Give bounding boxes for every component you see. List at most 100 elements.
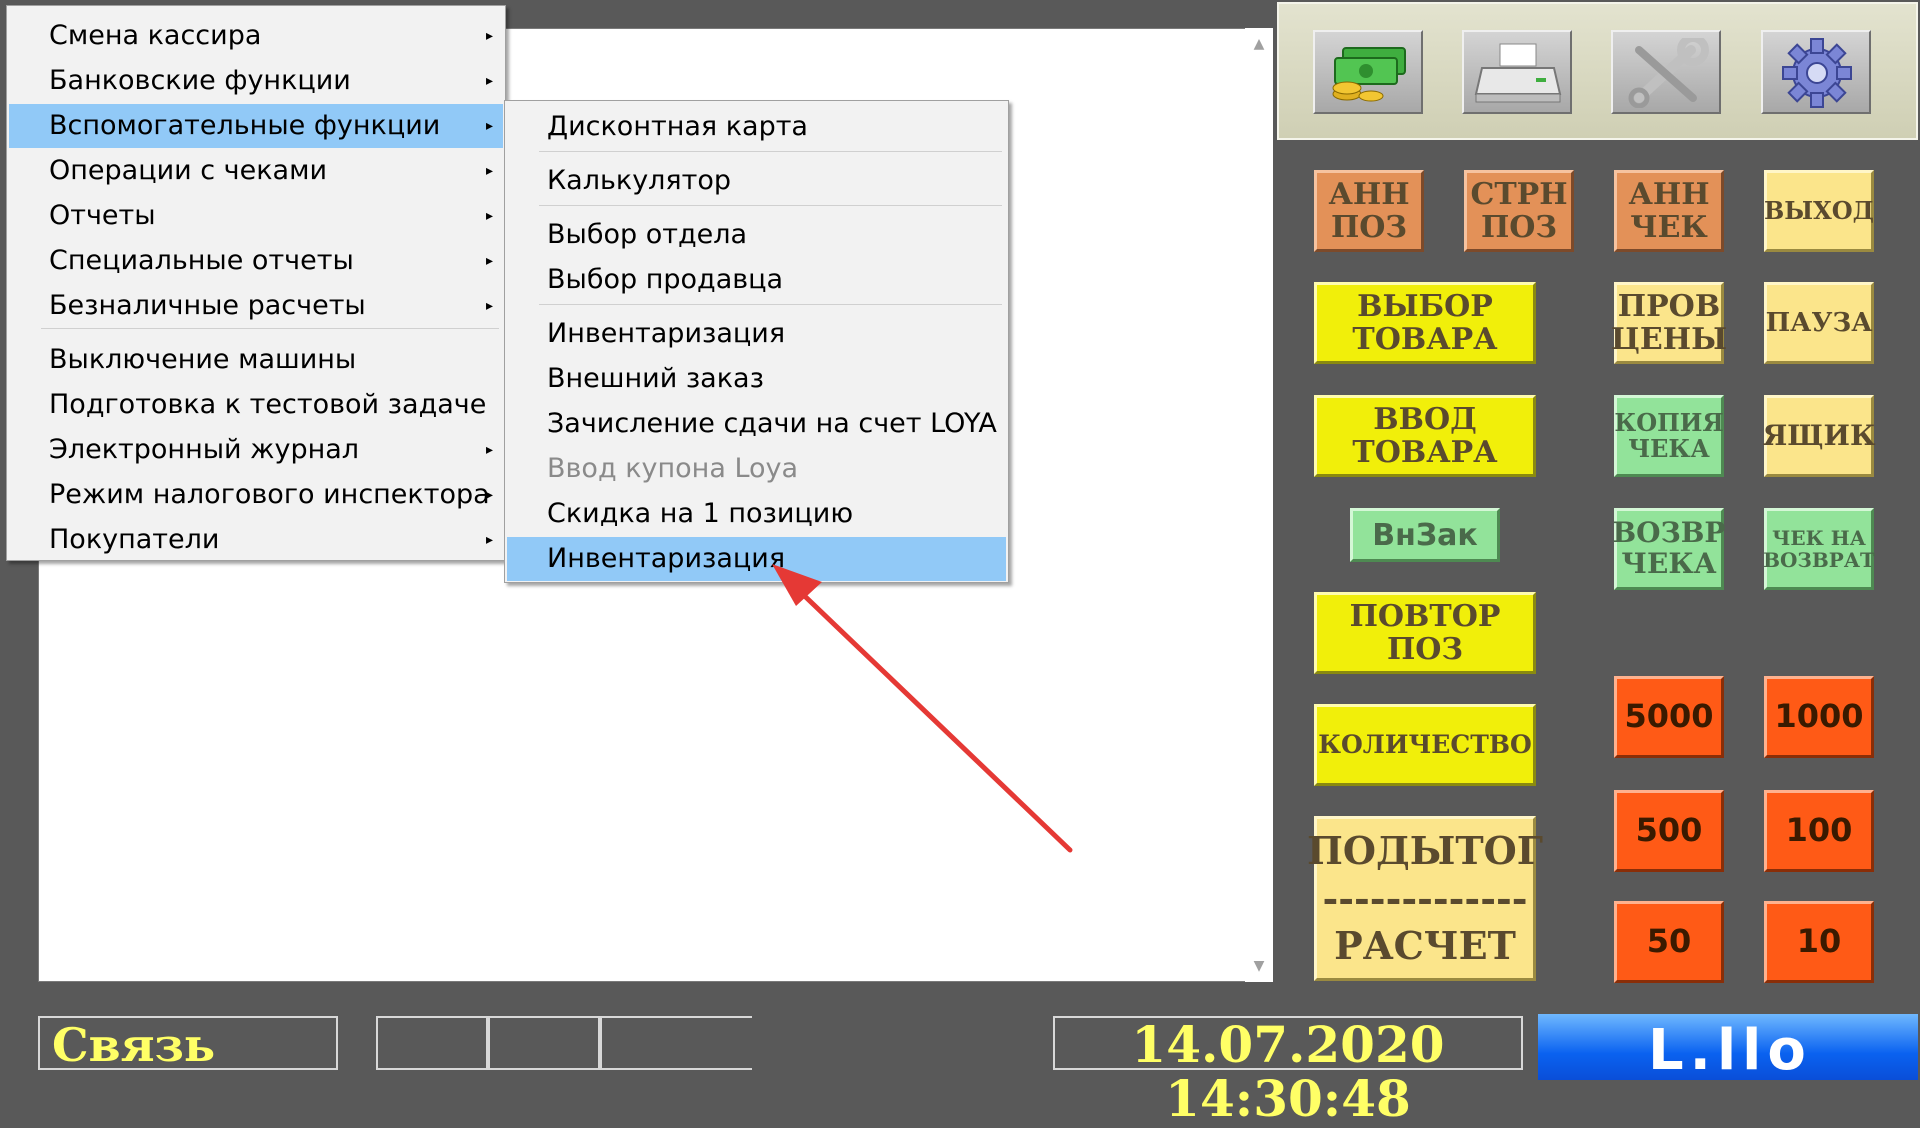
menu-separator [539,304,1002,305]
subtotal-payment-button[interactable]: ПОДЫТОГ ------------- РАСЧЕТ [1307,816,1543,981]
button-label: ПОДЫТОГ ------------- РАСЧЕТ [1306,828,1544,969]
amount-500-button[interactable]: 500 [1614,790,1724,872]
amount-5000-button[interactable]: 5000 [1614,676,1724,758]
toolbar-print-button[interactable] [1462,30,1572,114]
submenu-item-discount-card[interactable]: Дисконтная карта [507,105,1006,149]
submenu-arrow-icon: ▸ [485,298,493,314]
scroll-down-icon[interactable]: ▼ [1245,954,1273,978]
button-label: 10 [1796,922,1842,961]
menu-item-reports[interactable]: Отчеты ▸ [9,194,503,238]
datetime-label: 14.07.2020 14:30:48 [1131,1015,1445,1128]
receipt-copy-button[interactable]: КОПИЯ ЧЕКА [1614,395,1724,477]
check-price-button[interactable]: ПРОВ ЦЕНЫ [1610,282,1728,364]
submenu-arrow-icon: ▸ [485,163,493,179]
menu-item-label: Инвентаризация [547,318,786,349]
submenu-item-loya-change[interactable]: Зачисление сдачи на счет LOYA [507,402,1006,446]
submenu-item-external-order[interactable]: Внешний заказ [507,357,1006,401]
button-label: СТРН ПОЗ [1470,177,1568,245]
submenu-arrow-icon: ▸ [485,208,493,224]
submenu-arrow-icon: ▸ [485,73,493,89]
menu-separator [539,151,1002,152]
submenu-arrow-icon: ▸ [485,28,493,44]
menu-item-label: Банковские функции [49,65,351,96]
button-label: ВОЗВР ЧЕКА [1612,516,1726,580]
cancel-receipt-button[interactable]: АНН ЧЕК [1614,170,1724,252]
button-label: КОЛИЧЕСТВО [1318,730,1532,760]
menu-separator [539,205,1002,206]
menu-item-test-task-prep[interactable]: Подготовка к тестовой задаче [9,383,503,427]
menu-item-label: Выбор продавца [547,264,784,295]
status-cell-3 [600,1016,752,1070]
button-label: АНН ПОЗ [1328,177,1410,245]
menu-item-cashless-payments[interactable]: Безналичные расчеты ▸ [9,284,503,328]
toolbar [1277,2,1918,140]
menu-item-auxiliary-functions[interactable]: Вспомогательные функции ▸ [9,104,503,148]
button-label: 5000 [1624,697,1714,736]
button-label: ВВОД ТОВАРА [1352,402,1498,470]
gear-icon [1782,38,1852,108]
annotation-arrow-shaft [787,579,1073,853]
annotation-arrow-head [772,564,822,606]
amount-10-button[interactable]: 10 [1764,901,1874,983]
logo-text: L.llo [1648,1018,1812,1083]
menu-item-label: Выбор отдела [547,219,748,250]
submenu-item-calculator[interactable]: Калькулятор [507,159,1006,203]
return-receipt-button[interactable]: ЧЕК НА ВОЗВРАТ [1763,508,1875,590]
button-label: КОПИЯ ЧЕКА [1614,407,1724,463]
datetime-display: 14.07.2020 14:30:48 [1053,1016,1523,1126]
submenu-item-inventory[interactable]: Инвентаризация [507,312,1006,356]
amount-100-button[interactable]: 100 [1764,790,1874,872]
submenu-arrow-icon: ▸ [485,253,493,269]
button-label: ЧЕК НА ВОЗВРАТ [1763,526,1875,572]
pause-button[interactable]: ПАУЗА [1764,282,1874,364]
reverse-position-button[interactable]: СТРН ПОЗ [1464,170,1574,252]
submenu-arrow-icon: ▸ [485,442,493,458]
submenu-item-select-department[interactable]: Выбор отдела [507,213,1006,257]
connection-status: Связь [38,1016,338,1072]
exit-button[interactable]: ВЫХОД [1764,170,1874,252]
submenu-item-loya-coupon[interactable]: Ввод купона Loya [507,447,1006,491]
menu-item-label: Специальные отчеты [49,245,354,276]
connection-label: Связь [52,1018,216,1072]
toolbar-settings-button[interactable] [1761,30,1871,114]
repeat-position-button[interactable]: ПОВТОР ПОЗ [1314,592,1536,674]
button-label: ЯЩИК [1762,418,1876,452]
amount-50-button[interactable]: 50 [1614,901,1724,983]
menu-item-label: Внешний заказ [547,363,764,394]
menu-item-tax-inspector-mode[interactable]: Режим налогового инспектора ▸ [9,473,503,517]
toolbar-service-button[interactable] [1611,30,1721,114]
status-cell-2 [488,1016,600,1070]
quantity-button[interactable]: КОЛИЧЕСТВО [1314,704,1536,786]
menu-item-cashier-change[interactable]: Смена кассира ▸ [9,14,503,58]
cancel-position-button[interactable]: АНН ПОЗ [1314,170,1424,252]
menu-item-label: Калькулятор [547,165,732,196]
menu-item-label: Отчеты [49,200,156,231]
menu-item-label: Электронный журнал [49,434,360,465]
submenu-arrow-icon: ▸ [485,487,493,503]
menu-item-bank-functions[interactable]: Банковские функции ▸ [9,59,503,103]
receipt-return-button[interactable]: ВОЗВР ЧЕКА [1612,508,1726,590]
button-label: ПАУЗА [1765,307,1873,338]
menu-item-label: Дисконтная карта [547,111,808,142]
submenu-item-item-discount[interactable]: Скидка на 1 позицию [507,492,1006,536]
menu-item-customers[interactable]: Покупатели ▸ [9,518,503,562]
submenu-arrow-icon: ▸ [485,532,493,548]
select-item-button[interactable]: ВЫБОР ТОВАРА [1314,282,1536,364]
submenu-item-select-seller[interactable]: Выбор продавца [507,258,1006,302]
menu-item-special-reports[interactable]: Специальные отчеты ▸ [9,239,503,283]
menu-item-shutdown[interactable]: Выключение машины [9,338,503,382]
scroll-up-icon[interactable]: ▲ [1245,32,1273,56]
cash-drawer-button[interactable]: ЯЩИК [1762,395,1876,477]
printer-icon [1474,43,1562,103]
amount-1000-button[interactable]: 1000 [1764,676,1874,758]
annotation-arrow [772,564,1073,853]
receipt-scrollbar[interactable]: ▲ ▼ [1245,28,1273,982]
external-order-button[interactable]: ВнЗак [1350,508,1500,562]
enter-item-button[interactable]: ВВОД ТОВАРА [1314,395,1536,477]
menu-item-electronic-journal[interactable]: Электронный журнал ▸ [9,428,503,472]
button-label: ПРОВ ЦЕНЫ [1610,289,1728,357]
wrench-icon [1628,38,1709,108]
button-label: 1000 [1774,697,1864,736]
toolbar-money-button[interactable] [1313,30,1423,114]
menu-item-receipt-operations[interactable]: Операции с чеками ▸ [9,149,503,193]
